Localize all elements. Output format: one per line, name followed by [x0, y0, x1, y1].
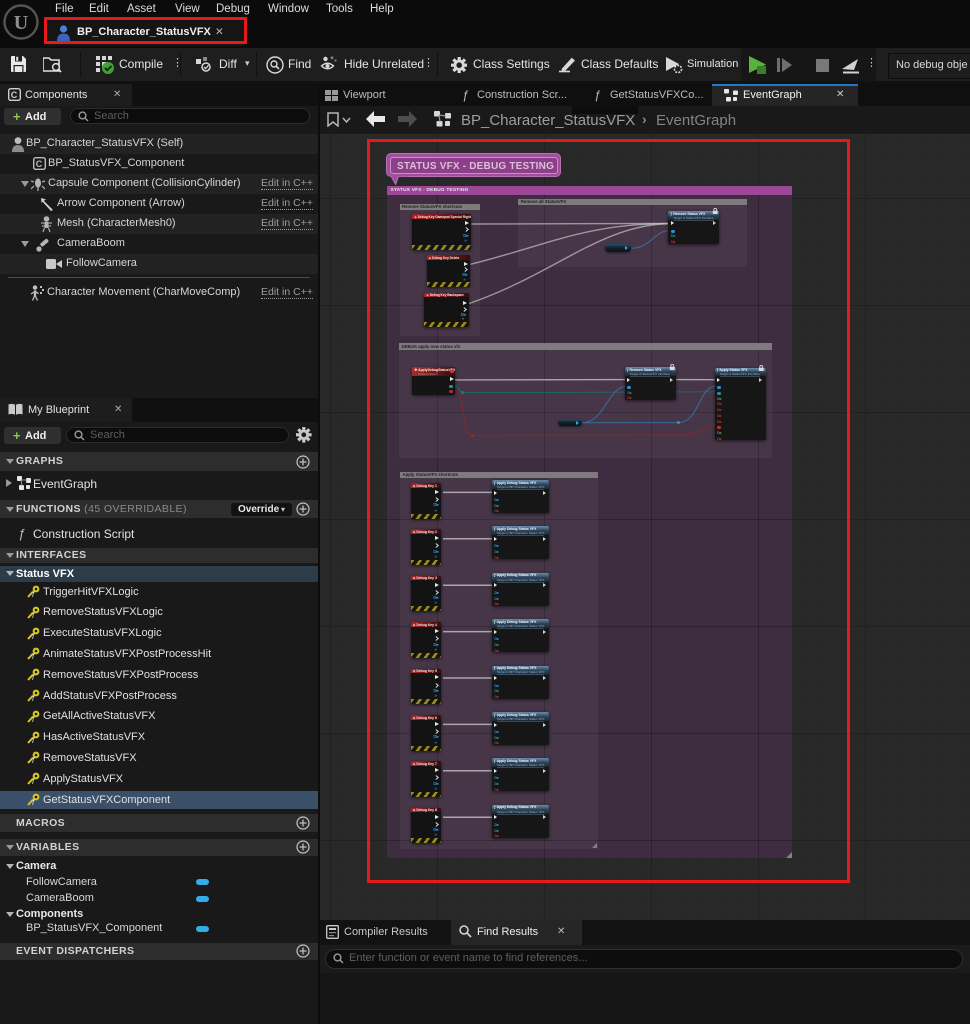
svg-text:C: C — [11, 90, 18, 100]
svg-text:U: U — [14, 12, 28, 34]
svg-text:C: C — [36, 159, 43, 169]
